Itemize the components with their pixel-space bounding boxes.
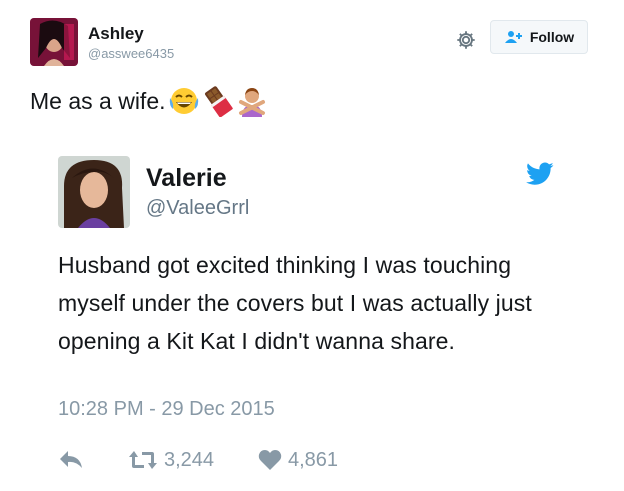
avatar-image [30,18,78,66]
face-with-tears-of-joy-emoji [169,88,198,114]
tweet-text-row: Me as a wife. [30,84,268,118]
reply-icon [60,451,82,468]
add-user-icon [504,31,522,43]
twitter-bird-icon[interactable] [526,162,554,186]
tweet-embed: Ashley @asswee6435 Follow Me as a wife. [0,0,624,491]
retweet-count: 3,244 [164,448,215,471]
author-name[interactable]: Ashley [88,24,144,44]
chocolate-bar-emoji [204,86,233,117]
tweet-actions: 3,244 4,861 [58,446,338,474]
quoted-avatar-image [58,156,130,228]
like-count: 4,861 [288,448,339,471]
quoted-tweet-timestamp[interactable]: 10:28 PM - 29 Dec 2015 [58,398,275,421]
quoted-tweet-text: Husband got excited thinking I was touch… [58,252,532,354]
retweet-icon [129,451,157,469]
follow-button[interactable]: Follow [490,20,588,54]
person-gesturing-no-emoji [238,88,265,117]
avatar[interactable] [30,18,78,66]
retweet-button[interactable]: 3,244 [128,449,258,472]
quoted-tweet-card[interactable]: Valerie @ValeeGrrl Husband got excited t… [30,138,596,483]
author-handle[interactable]: @asswee6435 [88,46,174,61]
tweet-text: Me as a wife. [30,87,166,114]
quoted-author-handle[interactable]: @ValeeGrrl [146,197,249,220]
quoted-avatar[interactable] [58,156,130,228]
heart-icon [258,450,282,470]
follow-label: Follow [529,29,575,45]
gear-icon[interactable] [455,29,477,51]
like-button[interactable]: 4,861 [258,449,338,472]
reply-button[interactable] [58,449,128,471]
quoted-author-name[interactable]: Valerie [146,164,227,193]
